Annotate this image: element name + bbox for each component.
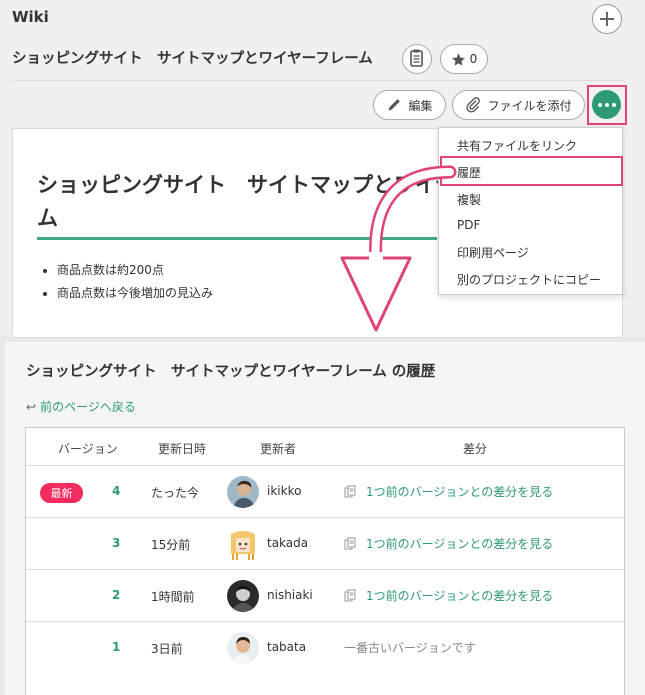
list-item: 商品点数は今後増加の見込み xyxy=(57,282,213,305)
list-item: 商品点数は約200点 xyxy=(57,259,213,282)
diff-link-label: 1つ前のバージョンとの差分を見る xyxy=(366,589,554,603)
latest-badge: 最新 xyxy=(40,483,83,503)
updater-name: tabata xyxy=(267,640,307,654)
oldest-version-note: 一番古いバージョンです xyxy=(344,639,476,656)
heading-underline xyxy=(37,237,437,240)
diff-link[interactable]: 1つ前のバージョンとの差分を見る xyxy=(344,587,553,604)
edit-button[interactable]: 編集 xyxy=(373,90,446,120)
version-link[interactable]: 4 xyxy=(112,484,120,498)
content-bullet-list: 商品点数は約200点 商品点数は今後増加の見込み xyxy=(37,259,213,305)
more-dropdown-menu: 共有ファイルをリンク 履歴 複製 PDF 印刷用ページ 別のプロジェクトにコピー xyxy=(438,127,623,295)
document-icon xyxy=(344,537,356,549)
back-link[interactable]: ↩ 前のページへ戻る xyxy=(26,398,136,415)
wiki-section-label: Wiki xyxy=(12,8,49,26)
more-button-highlight xyxy=(587,85,627,125)
menu-item-print[interactable]: 印刷用ページ xyxy=(457,244,529,261)
diff-link-label: 1つ前のバージョンとの差分を見る xyxy=(366,537,554,551)
clipboard-icon xyxy=(410,49,423,67)
menu-item-pdf[interactable]: PDF xyxy=(457,218,480,232)
table-row: 最新 4 たった今 ikikko 1つ前のバージョンとの差分を見る xyxy=(26,465,624,517)
edit-label: 編集 xyxy=(408,98,433,113)
avatar xyxy=(227,476,259,508)
history-title: ショッピングサイト サイトマップとワイヤーフレーム の履歴 xyxy=(26,364,436,380)
diff-link[interactable]: 1つ前のバージョンとの差分を見る xyxy=(344,535,553,552)
pencil-icon xyxy=(389,99,401,111)
star-icon xyxy=(451,52,465,66)
clipboard-button[interactable] xyxy=(402,44,432,74)
wiki-page-panel: Wiki ショッピングサイト サイトマップとワイヤーフレーム 0 編集 ファイル… xyxy=(0,0,645,338)
star-button[interactable]: 0 xyxy=(440,44,488,74)
back-arrow-icon: ↩ xyxy=(26,399,37,414)
history-table: バージョン 更新日時 更新者 差分 最新 4 たった今 ikikko 1つ前のバ… xyxy=(25,427,625,695)
table-row: 3 15分前 takada 1つ前のバージョンとの差分を見る xyxy=(26,517,624,569)
star-count: 0 xyxy=(469,52,478,66)
history-highlight xyxy=(440,156,623,186)
ellipsis-icon xyxy=(597,102,616,107)
menu-item-share-link[interactable]: 共有ファイルをリンク xyxy=(457,137,577,154)
avatar xyxy=(227,580,259,612)
more-menu-button[interactable] xyxy=(592,90,621,119)
back-link-label: 前のページへ戻る xyxy=(40,400,136,414)
content-heading-line2: ム xyxy=(37,206,58,230)
version-link[interactable]: 3 xyxy=(112,536,120,550)
version-link[interactable]: 2 xyxy=(112,588,120,602)
version-link[interactable]: 1 xyxy=(112,640,120,654)
updated-time: 15分前 xyxy=(151,538,191,552)
updated-time: 3日前 xyxy=(151,642,183,656)
title-divider xyxy=(12,80,624,81)
header-diff: 差分 xyxy=(463,442,488,456)
menu-item-copy-project[interactable]: 別のプロジェクトにコピー xyxy=(457,271,601,288)
diff-link-label: 1つ前のバージョンとの差分を見る xyxy=(366,485,554,499)
diff-link[interactable]: 1つ前のバージョンとの差分を見る xyxy=(344,483,553,500)
paperclip-icon xyxy=(466,97,481,113)
attach-file-button[interactable]: ファイルを添付 xyxy=(452,90,585,120)
menu-item-duplicate[interactable]: 複製 xyxy=(457,191,481,208)
document-icon xyxy=(344,589,356,601)
table-row: 2 1時間前 nishiaki 1つ前のバージョンとの差分を見る xyxy=(26,569,624,621)
document-icon xyxy=(344,485,356,497)
page-title: ショッピングサイト サイトマップとワイヤーフレーム xyxy=(12,51,373,67)
avatar xyxy=(227,632,259,664)
header-version: バージョン xyxy=(58,442,118,456)
avatar xyxy=(227,528,259,560)
updater-name: nishiaki xyxy=(267,588,313,602)
history-page-panel: ショッピングサイト サイトマップとワイヤーフレーム の履歴 ↩ 前のページへ戻る… xyxy=(5,342,645,695)
table-row: 1 3日前 tabata 一番古いバージョンです xyxy=(26,621,624,673)
updated-time: たった今 xyxy=(151,486,200,500)
header-updated: 更新日時 xyxy=(158,442,207,456)
oldest-note-label: 一番古いバージョンです xyxy=(344,641,476,655)
attach-label: ファイルを添付 xyxy=(487,98,572,113)
updated-time: 1時間前 xyxy=(151,590,195,604)
add-page-button[interactable] xyxy=(592,4,622,34)
updater-name: takada xyxy=(267,536,309,550)
updater-name: ikikko xyxy=(267,484,302,498)
header-updater: 更新者 xyxy=(260,442,297,456)
